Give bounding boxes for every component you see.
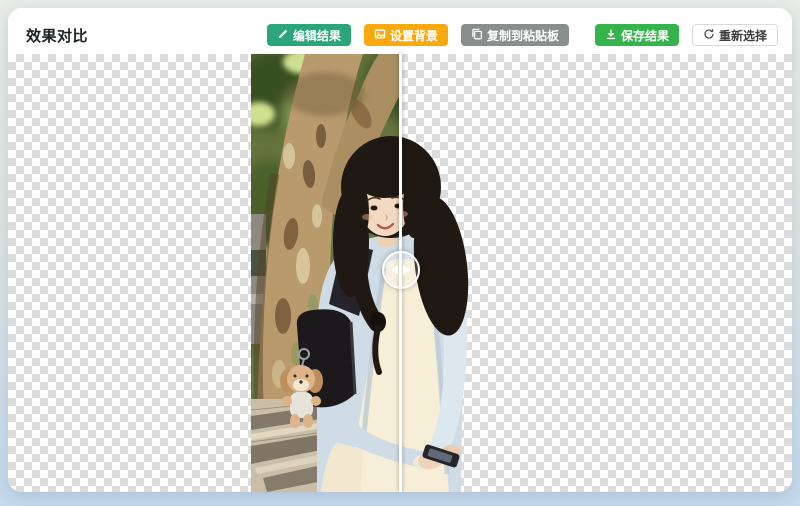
copy-to-clipboard-button[interactable]: 复制到粘贴板: [461, 24, 569, 46]
pencil-icon: [277, 28, 289, 43]
download-icon: [605, 28, 617, 43]
edit-result-button[interactable]: 编辑结果: [267, 24, 351, 46]
save-result-label: 保存结果: [621, 27, 669, 44]
set-background-label: 设置背景: [390, 27, 438, 44]
reselect-label: 重新选择: [719, 27, 767, 44]
arrow-left-icon: [391, 265, 398, 275]
set-background-button[interactable]: 设置背景: [364, 24, 448, 46]
edit-result-label: 编辑结果: [293, 27, 341, 44]
copy-to-clipboard-label: 复制到粘贴板: [487, 27, 559, 44]
image-icon: [374, 28, 386, 43]
page-title: 效果对比: [26, 25, 88, 46]
refresh-icon: [703, 28, 715, 43]
main-panel: 效果对比 编辑结果 设置背景: [8, 8, 792, 492]
comparison-slider-handle[interactable]: [382, 251, 420, 289]
transparency-canvas: [8, 54, 792, 492]
save-result-button[interactable]: 保存结果: [595, 24, 679, 46]
copy-icon: [471, 28, 483, 43]
comparison-photo[interactable]: [251, 54, 480, 492]
header-bar: 效果对比 编辑结果 设置背景: [8, 8, 792, 54]
reselect-button[interactable]: 重新选择: [692, 24, 778, 46]
arrow-right-icon: [403, 265, 410, 275]
